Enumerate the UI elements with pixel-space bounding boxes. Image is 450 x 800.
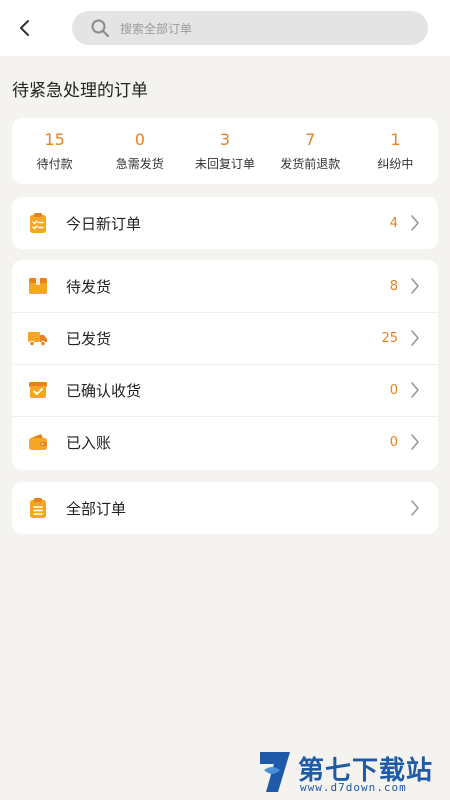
order-status-card: 待发货 8 已发货 25 已确认收货 0 已入账 0 [12, 260, 438, 470]
all-orders-card: 全部订单 [12, 482, 438, 534]
row-count: 4 [389, 215, 398, 231]
list-item-to-ship[interactable]: 待发货 8 [12, 260, 438, 312]
list-item-all-orders[interactable]: 全部订单 [12, 482, 438, 534]
row-label: 全部订单 [66, 499, 127, 518]
chevron-right-icon [408, 498, 422, 518]
stat-value: 1 [390, 130, 401, 149]
stat-unreplied-orders[interactable]: 3 未回复订单 [182, 118, 267, 184]
list-item-credited[interactable]: 已入账 0 [12, 416, 438, 468]
stat-value: 15 [44, 130, 65, 149]
stat-label: 发货前退款 [280, 157, 341, 171]
row-label: 已入账 [66, 433, 112, 452]
today-orders-card: 今日新订单 4 [12, 197, 438, 249]
row-count: 0 [389, 382, 398, 398]
list-item-today-new-orders[interactable]: 今日新订单 4 [12, 197, 438, 249]
clipboard-check-icon [27, 212, 49, 234]
package-icon [27, 275, 49, 297]
stat-label: 未回复订单 [195, 157, 256, 171]
stat-value: 3 [219, 130, 231, 149]
chevron-right-icon [408, 328, 422, 348]
watermark: 第七下载站 www.d7down.com [256, 748, 446, 798]
stat-label: 急需发货 [115, 157, 164, 171]
urgent-stats-card: 15 待付款 0 急需发货 3 未回复订单 7 发货前退款 1 纠纷中 [12, 118, 438, 184]
stat-value: 0 [134, 130, 145, 149]
stat-urgent-shipping[interactable]: 0 急需发货 [97, 118, 182, 184]
truck-icon [27, 327, 49, 349]
stat-value: 7 [305, 130, 316, 149]
stat-pending-payment[interactable]: 15 待付款 [12, 118, 97, 184]
search-placeholder[interactable]: 搜索全部订单 [120, 20, 192, 37]
top-bar: 搜索全部订单 [0, 0, 450, 56]
list-item-shipped[interactable]: 已发货 25 [12, 312, 438, 364]
row-count: 25 [381, 330, 398, 346]
box-check-icon [27, 379, 49, 401]
row-count: 0 [389, 434, 398, 450]
row-label: 已发货 [66, 329, 112, 348]
row-label: 今日新订单 [66, 214, 142, 233]
list-item-received[interactable]: 已确认收货 0 [12, 364, 438, 416]
chevron-right-icon [408, 380, 422, 400]
chevron-right-icon [408, 213, 422, 233]
wallet-icon [27, 431, 49, 453]
row-count: 8 [389, 278, 398, 294]
search-bar[interactable]: 搜索全部订单 [72, 11, 428, 45]
chevron-right-icon [408, 432, 422, 452]
chevron-right-icon [408, 276, 422, 296]
search-icon [90, 18, 110, 38]
row-label: 已确认收货 [66, 381, 142, 400]
back-button[interactable] [10, 14, 38, 42]
chevron-left-icon [20, 20, 29, 36]
stat-label: 待付款 [36, 157, 73, 171]
watermark-logo-icon [260, 752, 290, 792]
stat-disputes[interactable]: 1 纠纷中 [353, 118, 438, 184]
row-label: 待发货 [66, 277, 112, 296]
clipboard-list-icon [27, 497, 49, 519]
stat-refund-before-shipping[interactable]: 7 发货前退款 [268, 118, 353, 184]
watermark-url: www.d7down.com [300, 781, 407, 794]
stat-label: 纠纷中 [377, 157, 414, 171]
page-title: 待紧急处理的订单 [12, 81, 148, 101]
